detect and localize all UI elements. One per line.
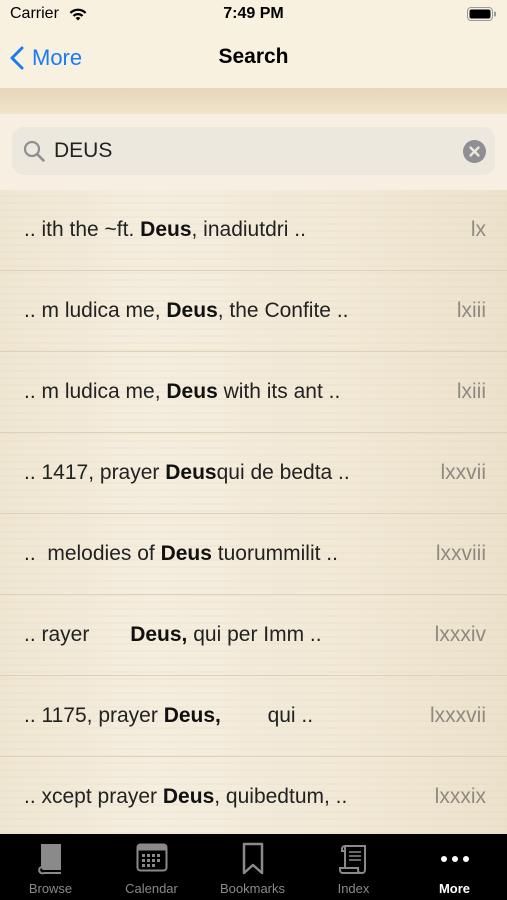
match-term: Deus, bbox=[130, 623, 188, 646]
result-row[interactable]: .. m ludica me, Deus, the Confite .. lxi… bbox=[0, 271, 507, 352]
tab-label: Calendar bbox=[125, 881, 178, 896]
match-term: Deus bbox=[166, 380, 218, 403]
result-snippet: .. ith the ~ft. Deus, inadiutdri .. bbox=[24, 218, 306, 241]
bookmark-icon bbox=[242, 842, 263, 875]
match-term: Deus bbox=[165, 461, 217, 484]
result-snippet: .. m ludica me, Deus with its ant .. bbox=[24, 380, 341, 403]
search-icon bbox=[23, 140, 45, 162]
match-term: Deus bbox=[162, 785, 215, 808]
result-row[interactable]: .. xcept prayer Deus, quibedtum, .. lxxx… bbox=[0, 757, 507, 834]
result-page: lxxviii bbox=[435, 542, 486, 565]
status-time: 7:49 PM bbox=[223, 5, 284, 22]
result-snippet: .. 1417, prayer Deusqui de bedta .. bbox=[24, 461, 350, 484]
result-page: lxxxix bbox=[434, 785, 486, 808]
result-page: lx bbox=[470, 218, 486, 241]
calendar-icon bbox=[136, 843, 167, 872]
header-divider bbox=[0, 88, 507, 114]
page-title: Search bbox=[218, 45, 289, 68]
scroll-icon bbox=[338, 845, 366, 874]
search-area bbox=[0, 114, 507, 190]
tab-browse[interactable]: Browse bbox=[0, 834, 101, 900]
result-snippet: .. melodies of Deus tuorummilit .. bbox=[24, 542, 338, 565]
result-snippet: .. 1175, prayer Deus, qui .. bbox=[24, 704, 314, 727]
book-icon bbox=[37, 844, 61, 875]
clear-search-icon[interactable] bbox=[463, 140, 486, 163]
result-row[interactable]: .. melodies of Deus tuorummilit .. lxxvi… bbox=[0, 514, 507, 595]
tab-calendar[interactable]: Calendar bbox=[101, 834, 202, 900]
tab-bookmarks[interactable]: Bookmarks bbox=[202, 834, 303, 900]
result-row[interactable]: .. 1417, prayer Deusqui de bedta .. lxxv… bbox=[0, 433, 507, 514]
search-input[interactable] bbox=[54, 135, 454, 167]
result-row[interactable]: .. rayer Deus, qui per Imm .. lxxxiv bbox=[0, 595, 507, 676]
tab-label: Bookmarks bbox=[219, 881, 286, 896]
match-term: Deus bbox=[160, 542, 212, 565]
result-page: lxiii bbox=[456, 299, 486, 322]
tab-bar: Browse Calendar Bookmarks Index More bbox=[0, 834, 507, 900]
result-row[interactable]: .. 1175, prayer Deus, qui .. lxxxvii bbox=[0, 676, 507, 757]
battery-icon bbox=[467, 7, 496, 21]
search-field[interactable] bbox=[12, 127, 495, 175]
more-icon bbox=[440, 856, 469, 862]
tab-more[interactable]: More bbox=[404, 834, 505, 900]
status-bar: Carrier 7:49 PM bbox=[0, 0, 507, 28]
result-row[interactable]: .. ith the ~ft. Deus, inadiutdri .. lx bbox=[0, 190, 507, 271]
result-row[interactable]: .. m ludica me, Deus with its ant .. lxi… bbox=[0, 352, 507, 433]
match-term: Deus bbox=[166, 299, 218, 322]
result-snippet: .. xcept prayer Deus, quibedtum, .. bbox=[24, 785, 348, 808]
result-snippet: .. m ludica me, Deus, the Confite .. bbox=[24, 299, 349, 322]
result-page: lxiii bbox=[456, 380, 486, 403]
navigation-bar: More Search bbox=[0, 28, 507, 88]
result-snippet: .. rayer Deus, qui per Imm .. bbox=[24, 623, 322, 646]
result-page: lxxxiv bbox=[434, 623, 486, 646]
result-page: lxxxvii bbox=[430, 704, 486, 727]
result-page: lxxvii bbox=[440, 461, 487, 484]
search-results-list: .. ith the ~ft. Deus, inadiutdri .. lx .… bbox=[0, 190, 507, 834]
tab-label: More bbox=[438, 881, 471, 896]
tab-label: Browse bbox=[28, 881, 73, 896]
tab-index[interactable]: Index bbox=[303, 834, 404, 900]
match-term: Deus bbox=[140, 218, 192, 241]
tab-label: Index bbox=[337, 881, 370, 896]
match-term: Deus, bbox=[163, 704, 221, 727]
